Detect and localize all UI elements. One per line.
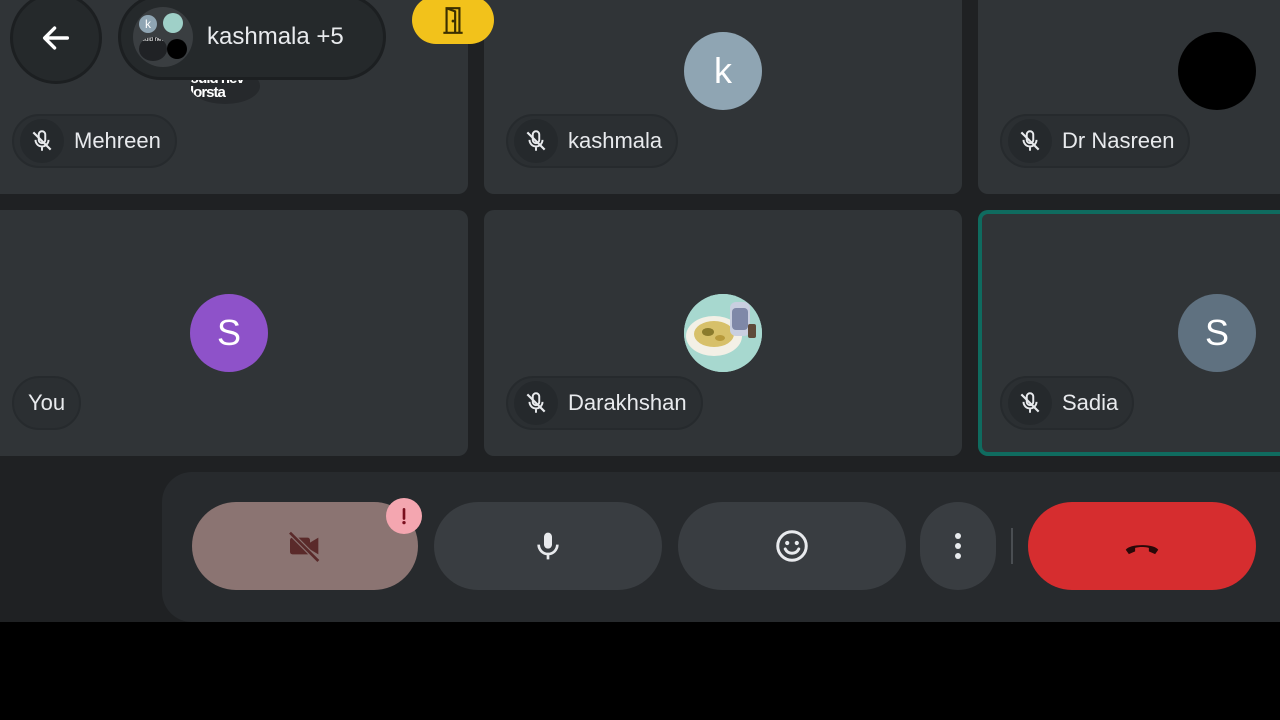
participants-group-button[interactable]: k ould nev kashmala +5 xyxy=(118,0,386,80)
more-options-button[interactable] xyxy=(920,502,996,590)
group-avatar-k: k xyxy=(139,15,157,33)
participant-name-pill: You xyxy=(12,376,82,430)
avatar: S xyxy=(1178,294,1256,372)
more-vertical-icon xyxy=(955,533,961,559)
mic-off-icon xyxy=(1008,119,1052,163)
participant-tile-you[interactable]: S You xyxy=(0,210,468,456)
participant-name: You xyxy=(28,390,66,415)
camera-alert-badge xyxy=(386,498,422,534)
avatar xyxy=(1178,32,1256,110)
participant-name: Darakhshan xyxy=(568,390,687,415)
participant-name-pill: Mehreen xyxy=(12,114,177,168)
meeting-stage: ould nev lorsta Mehreen k kashmala Dr Na… xyxy=(0,0,1280,622)
food-photo-icon xyxy=(684,294,762,372)
participant-tile-dr-nasreen[interactable]: Dr Nasreen xyxy=(978,0,1280,194)
exclamation-icon xyxy=(402,508,406,525)
participant-name: Mehreen xyxy=(74,128,161,153)
reactions-button[interactable] xyxy=(678,502,906,590)
smiley-icon xyxy=(776,530,808,562)
phone-hangup-icon xyxy=(1125,545,1159,555)
mic-off-icon xyxy=(1008,381,1052,425)
mic-off-icon xyxy=(514,119,558,163)
camera-toggle-button[interactable] xyxy=(192,502,418,590)
avatar-photo xyxy=(684,294,762,372)
camera-off-icon xyxy=(288,530,321,563)
microphone-button[interactable] xyxy=(434,502,662,590)
participant-tile-kashmala[interactable]: k kashmala xyxy=(484,0,962,194)
participant-tile-darakhshan[interactable]: Darakhshan xyxy=(484,210,962,456)
controls-divider xyxy=(1011,528,1013,564)
participant-name-pill: Darakhshan xyxy=(506,376,703,430)
group-label: kashmala +5 xyxy=(207,23,344,50)
mic-icon xyxy=(537,532,559,560)
participant-name-pill: Sadia xyxy=(1000,376,1135,430)
avatar: k xyxy=(684,32,762,110)
group-avatar-stack: k ould nev xyxy=(133,7,193,67)
participant-tile-sadia[interactable]: S Sadia xyxy=(978,210,1280,456)
group-avatar-photo xyxy=(163,13,183,33)
arrow-left-icon xyxy=(42,26,70,50)
hang-up-button[interactable] xyxy=(1028,502,1256,590)
participant-name: Dr Nasreen xyxy=(1062,128,1175,153)
leave-room-button[interactable] xyxy=(412,0,494,44)
mic-off-icon xyxy=(20,119,64,163)
group-avatar-black xyxy=(167,39,187,59)
participant-name: Sadia xyxy=(1062,390,1119,415)
participant-name-pill: kashmala xyxy=(506,114,679,168)
avatar: S xyxy=(190,294,268,372)
participant-name: kashmala xyxy=(568,128,663,153)
participant-name-pill: Dr Nasreen xyxy=(1000,114,1191,168)
mic-off-icon xyxy=(514,381,558,425)
group-avatar-preview: ould nev xyxy=(139,37,167,61)
door-exit-icon xyxy=(443,7,463,34)
